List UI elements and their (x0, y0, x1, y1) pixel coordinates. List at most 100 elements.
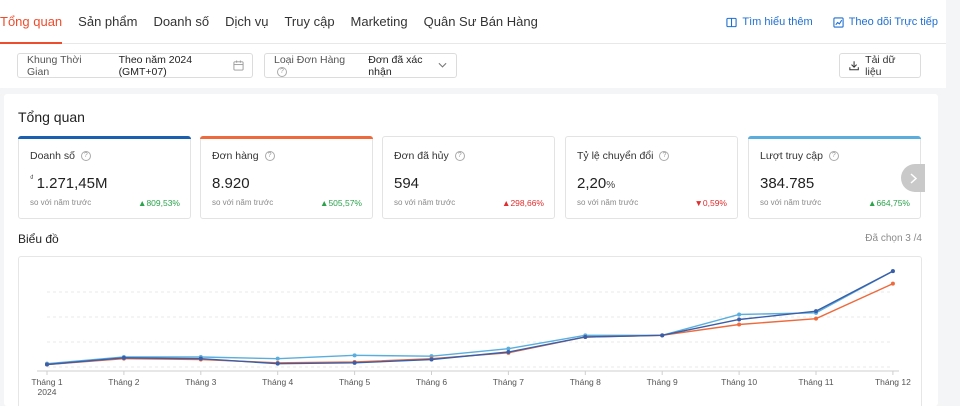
time-range-label: Khung Thời Gian (27, 53, 82, 78)
tab-sales[interactable]: Doanh số (153, 0, 209, 44)
order-type-label-text: Loại Đơn Hàng (274, 53, 346, 66)
kpi-card-cancelled[interactable]: Đơn đã hủy ? 594 so với năm trước ▲298,6… (382, 136, 555, 219)
overview-panel: Tổng quan Doanh số ? ₫ 1.271,45M so với n… (4, 94, 938, 406)
series-point-0 (275, 356, 280, 361)
download-label: Tải dữ liệu (865, 53, 896, 78)
kpi-name-text: Doanh số (30, 150, 75, 162)
triangle-down-icon: ▼ (694, 198, 703, 208)
kpi-next-button[interactable] (901, 164, 925, 192)
learn-more-label: Tìm hiểu thêm (742, 16, 813, 28)
chart-selected-count: Đã chọn 3 /4 (865, 233, 922, 244)
kpi-name: Đơn đã hủy ? (394, 150, 465, 162)
tab-traffic[interactable]: Truy cập (284, 0, 334, 44)
learn-more-link[interactable]: Tìm hiểu thêm (726, 16, 813, 28)
series-point-1 (737, 322, 742, 327)
line-chart: Tháng 1 Tháng 2 Tháng 3 Tháng 4 Tháng 5 Tháng… (18, 256, 922, 406)
series-point-2 (352, 360, 357, 365)
kpi-delta-text: 809,53% (146, 198, 180, 208)
kpi-value: 2,20% (577, 175, 615, 192)
realtime-link[interactable]: Theo dõi Trực tiếp (833, 16, 938, 28)
kpi-compare-text: so với năm trước (30, 198, 92, 207)
tab-overview[interactable]: Tổng quan (0, 0, 63, 44)
kpi-card-revenue[interactable]: Doanh số ? ₫ 1.271,45M so với năm trước ▲… (18, 136, 191, 219)
order-type-select[interactable]: Loại Đơn Hàng? Đơn đã xác nhận (264, 53, 457, 78)
series-point-2 (121, 355, 126, 360)
kpi-delta-text: 298,66% (510, 198, 544, 208)
kpi-name-text: Đơn hàng (212, 150, 259, 162)
calendar-icon (233, 60, 244, 71)
help-icon: ? (454, 151, 465, 162)
book-icon (726, 17, 738, 27)
x-tick-label: Tháng 11 (798, 377, 834, 387)
kpi-value-text: 1.271,45M (36, 175, 108, 192)
tab-products[interactable]: Sản phẩm (78, 0, 137, 44)
series-point-2 (429, 357, 434, 362)
tab-sales-advisor[interactable]: Quân Sư Bán Hàng (424, 0, 538, 44)
kpi-delta: ▲298,66% (502, 198, 544, 208)
x-tick-label: Tháng 12 (875, 377, 911, 387)
kpi-value: 8.920 (212, 175, 250, 192)
x-tick-label: Tháng 8 (570, 377, 601, 387)
series-point-1 (890, 281, 895, 286)
download-data-button[interactable]: Tải dữ liệu (839, 53, 921, 78)
kpi-color-bar (748, 136, 921, 139)
help-icon: ? (828, 151, 839, 162)
series-point-2 (583, 335, 588, 339)
kpi-card-conversion[interactable]: Tỷ lệ chuyển đổi ? 2,20% so với năm trướ… (565, 136, 738, 219)
kpi-color-bar (18, 136, 191, 139)
kpi-value: 384.785 (760, 175, 815, 192)
series-point-2 (737, 317, 742, 322)
kpi-delta: ▼0,59% (694, 198, 727, 208)
x-tick-sublabel: 2024 (38, 387, 57, 397)
x-tick-label: Tháng 9 (647, 377, 678, 387)
kpi-color-bar (200, 136, 373, 139)
kpi-delta: ▲664,75% (868, 198, 910, 208)
kpi-value-text: 2,20 (577, 175, 607, 192)
page-scrollbar[interactable] (946, 0, 960, 406)
kpi-name: Doanh số ? (30, 150, 91, 162)
download-icon (849, 61, 859, 71)
chart-section-title: Biểu đồ (18, 232, 59, 246)
kpi-card-visits[interactable]: Lượt truy cập ? 384.785 so với năm trước… (748, 136, 921, 219)
kpi-name-text: Lượt truy cập (760, 150, 823, 162)
kpi-name-text: Tỷ lệ chuyển đổi (577, 150, 654, 162)
x-tick-label: Tháng 10 (721, 377, 757, 387)
series-point-1 (814, 316, 818, 321)
kpi-card-orders[interactable]: Đơn hàng ? 8.920 so với năm trước ▲505,5… (200, 136, 373, 219)
kpi-compare-text: so với năm trước (394, 198, 456, 207)
help-icon: ? (277, 66, 287, 77)
kpi-delta: ▲809,53% (138, 198, 180, 208)
realtime-chart-icon (833, 16, 844, 28)
kpi-value: 594 (394, 175, 420, 192)
help-icon: ? (80, 151, 91, 162)
kpi-name: Lượt truy cập ? (760, 150, 839, 162)
overview-title: Tổng quan (18, 109, 85, 125)
series-point-2 (45, 362, 49, 367)
kpi-name: Tỷ lệ chuyển đổi ? (577, 150, 670, 162)
x-tick-label: Tháng 4 (262, 377, 293, 387)
x-tick-label: Tháng 3 (185, 377, 216, 387)
tab-marketing[interactable]: Marketing (351, 0, 408, 44)
top-navigation: Tổng quan Sản phẩm Doanh số Dịch vụ Truy… (0, 0, 960, 44)
chart-canvas: Tháng 1 Tháng 2 Tháng 3 Tháng 4 Tháng 5 Tháng… (31, 269, 911, 397)
kpi-name: Đơn hàng ? (212, 150, 275, 162)
x-tick-label: Tháng 7 (493, 377, 524, 387)
time-range-picker[interactable]: Khung Thời Gian Theo năm 2024 (GMT+07) (17, 53, 253, 78)
help-icon: ? (659, 151, 670, 162)
tab-services[interactable]: Dịch vụ (225, 0, 268, 44)
realtime-label: Theo dõi Trực tiếp (848, 16, 938, 28)
nav-tabs: Tổng quan Sản phẩm Doanh số Dịch vụ Truy… (0, 0, 554, 44)
kpi-delta-text: 0,59% (702, 198, 727, 208)
x-tick-label: Tháng 5 (339, 377, 370, 387)
series-point-2 (275, 361, 280, 366)
series-line-2 (46, 270, 894, 366)
currency-symbol: ₫ (30, 175, 34, 182)
kpi-name-text: Đơn đã hủy (394, 150, 449, 162)
kpi-compare-text: so với năm trước (577, 198, 639, 207)
series-point-2 (198, 356, 203, 361)
order-type-value: Đơn đã xác nhận (368, 53, 423, 78)
kpi-delta: ▲505,57% (320, 198, 362, 208)
x-tick-label: Tháng 2 (108, 377, 139, 387)
series-point-2 (890, 269, 895, 274)
chevron-down-icon (438, 62, 447, 68)
